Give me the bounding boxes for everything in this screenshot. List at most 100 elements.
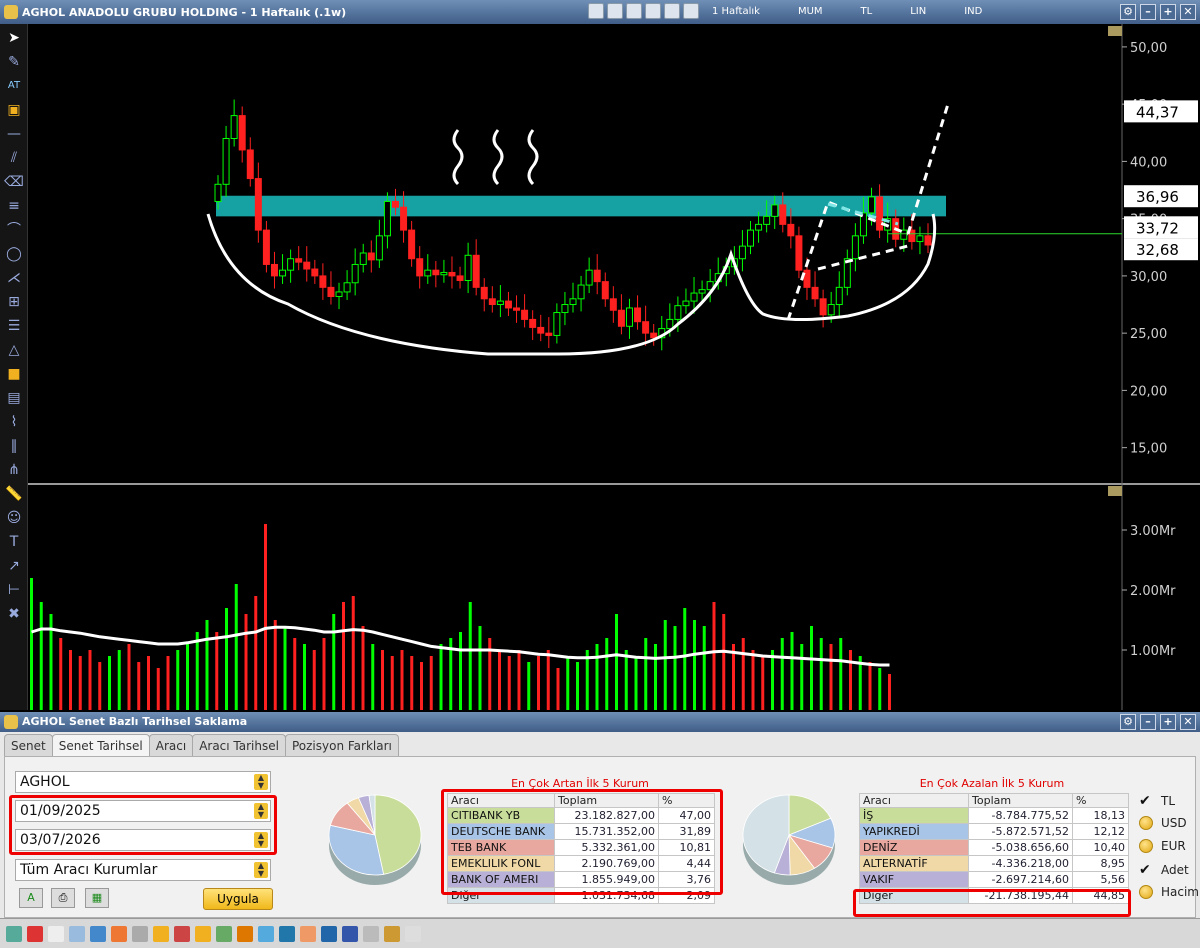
search-icon[interactable] bbox=[132, 925, 148, 942]
chart-area[interactable]: 50,0045,0040,0035,0030,0025,0020,0015,00… bbox=[28, 24, 1200, 710]
list-icon[interactable] bbox=[216, 925, 232, 942]
table-header-cell[interactable]: % bbox=[1072, 793, 1129, 808]
option-tl[interactable]: ✔ TL bbox=[1139, 793, 1175, 809]
text-icon[interactable]: T bbox=[4, 532, 24, 552]
settings-icon[interactable]: ⚙ bbox=[1120, 4, 1136, 20]
symbol-select[interactable]: AGHOL ▲ ▼ bbox=[15, 771, 271, 793]
table-header-cell[interactable]: Toplam bbox=[968, 793, 1073, 808]
currency-selector[interactable]: TL bbox=[861, 6, 873, 17]
document-icon[interactable] bbox=[48, 925, 64, 942]
news-icon[interactable] bbox=[111, 925, 127, 942]
maximize-button[interactable]: + bbox=[1160, 714, 1176, 730]
chart-type-icon[interactable] bbox=[588, 3, 604, 19]
option-eur[interactable]: EUR bbox=[1139, 839, 1186, 853]
close-button[interactable]: ✕ bbox=[1180, 4, 1196, 20]
settings-icon[interactable] bbox=[237, 925, 253, 942]
tab-araci[interactable]: Aracı bbox=[148, 734, 194, 756]
apply-button[interactable]: Uygula bbox=[203, 888, 273, 910]
table-header-cell[interactable]: Aracı bbox=[859, 793, 969, 808]
table-icon[interactable] bbox=[90, 925, 106, 942]
folder-icon[interactable] bbox=[153, 925, 169, 942]
print-icon[interactable] bbox=[664, 3, 680, 19]
app-menu-icon[interactable] bbox=[6, 925, 22, 942]
table-row[interactable]: ALTERNATİF -4.336.218,00 8,95 bbox=[859, 855, 1129, 872]
grid-icon[interactable] bbox=[645, 3, 661, 19]
smiley-icon[interactable]: ☺ bbox=[4, 508, 24, 528]
volume-bar bbox=[683, 608, 687, 710]
scale-selector[interactable]: LIN bbox=[910, 6, 926, 17]
table-row[interactable]: DENİZ -5.038.656,60 10,40 bbox=[859, 839, 1129, 856]
volume-bar bbox=[108, 656, 111, 710]
maximize-button[interactable]: + bbox=[1160, 4, 1176, 20]
tab-senet[interactable]: Senet bbox=[4, 734, 53, 756]
pen-icon[interactable] bbox=[683, 3, 699, 19]
option-label: Hacim bbox=[1161, 885, 1199, 899]
cloud-icon[interactable] bbox=[279, 925, 295, 942]
candle-body bbox=[246, 149, 254, 180]
message-icon[interactable] bbox=[258, 925, 274, 942]
eraser-icon[interactable]: ⌫ bbox=[4, 172, 24, 192]
drawing-icon[interactable] bbox=[607, 3, 623, 19]
tab-pozisyon-farklari[interactable]: Pozisyon Farkları bbox=[284, 734, 399, 756]
chart-window-icon[interactable] bbox=[69, 925, 85, 942]
font-icon[interactable]: A bbox=[19, 888, 43, 908]
volume-bar bbox=[69, 650, 72, 710]
gann-icon[interactable]: ⊞ bbox=[4, 292, 24, 312]
pitchfork-icon[interactable]: ⋔ bbox=[4, 460, 24, 480]
trash-icon[interactable]: ✖ bbox=[4, 604, 24, 624]
m-icon[interactable] bbox=[27, 925, 43, 942]
channel-icon[interactable]: ⫽ bbox=[4, 148, 24, 168]
line-icon[interactable]: — bbox=[4, 124, 24, 144]
level2-icon[interactable] bbox=[342, 925, 358, 942]
zigzag-icon[interactable]: ⌇ bbox=[4, 412, 24, 432]
mode-selector[interactable]: IND bbox=[964, 6, 982, 17]
measure-icon[interactable]: ⊢ bbox=[4, 580, 24, 600]
end-date-select[interactable]: 03/07/2026 ▲ ▼ bbox=[15, 829, 271, 851]
triangle-icon[interactable]: △ bbox=[4, 340, 24, 360]
print-icon[interactable]: ⎙ bbox=[51, 888, 75, 908]
minimize-button[interactable]: – bbox=[1140, 714, 1156, 730]
table-row[interactable]: YAPIKREDİ -5.872.571,52 12,12 bbox=[859, 823, 1129, 840]
calendar-icon[interactable] bbox=[363, 925, 379, 942]
tab-panel: AGHOL ▲ ▼ 01/09/2025 ▲ ▼ 03/07/2026 ▲ ▼ Tüm… bbox=[4, 756, 1199, 918]
option-adet[interactable]: ✔ Adet bbox=[1139, 862, 1189, 878]
price-volume-chart[interactable]: 50,0045,0040,0035,0030,0025,0020,0015,00… bbox=[28, 24, 1200, 710]
historical-custody-window: AGHOL Senet Bazlı Tarihsel Saklama ⚙ – +… bbox=[0, 712, 1200, 948]
grid-lines-icon[interactable]: ▤ bbox=[4, 388, 24, 408]
excel-icon[interactable]: ▦ bbox=[85, 888, 109, 908]
database-icon[interactable] bbox=[321, 925, 337, 942]
retracement-icon[interactable]: ☰ bbox=[4, 316, 24, 336]
option-usd[interactable]: USD bbox=[1139, 816, 1187, 830]
period-selector[interactable]: 1 Haftalık bbox=[712, 6, 760, 17]
horizontal-line-icon[interactable]: ≡ bbox=[4, 196, 24, 216]
ruler-icon[interactable]: 📏 bbox=[4, 484, 24, 504]
table-row[interactable]: VAKIF -2.697.214,60 5,56 bbox=[859, 871, 1129, 888]
bank-icon[interactable] bbox=[384, 925, 400, 942]
fan-icon[interactable]: ⋌ bbox=[4, 268, 24, 288]
window-icon[interactable] bbox=[405, 925, 421, 942]
option-hacim[interactable]: Hacim bbox=[1139, 885, 1199, 899]
pencil-icon[interactable]: ✎ bbox=[4, 52, 24, 72]
rectangle-icon[interactable]: ■ bbox=[4, 364, 24, 384]
volume-bar bbox=[839, 638, 843, 710]
start-date-select[interactable]: 01/09/2025 ▲ ▼ bbox=[15, 800, 271, 822]
close-button[interactable]: ✕ bbox=[1180, 714, 1196, 730]
note-icon[interactable] bbox=[300, 925, 316, 942]
indicator-icon[interactable] bbox=[626, 3, 642, 19]
arrow-icon[interactable]: ↗ bbox=[4, 556, 24, 576]
arc-icon[interactable]: ⌒ bbox=[4, 220, 24, 240]
alarm-icon[interactable] bbox=[174, 925, 190, 942]
play-icon[interactable] bbox=[195, 925, 211, 942]
chart-style-selector[interactable]: MUM bbox=[798, 6, 823, 17]
tab-araci-tarihsel[interactable]: Aracı Tarihsel bbox=[192, 734, 286, 756]
circle-icon[interactable]: ◯ bbox=[4, 244, 24, 264]
minimize-button[interactable]: – bbox=[1140, 4, 1156, 20]
fibonacci-icon[interactable]: ▣ bbox=[4, 100, 24, 120]
parallel-icon[interactable]: ∥ bbox=[4, 436, 24, 456]
auto-trend-icon[interactable]: AT bbox=[4, 76, 24, 96]
settings-icon[interactable]: ⚙ bbox=[1120, 714, 1136, 730]
broker-filter-select[interactable]: Tüm Aracı Kurumlar ▲ ▼ bbox=[15, 859, 271, 881]
table-row[interactable]: İŞ -8.784.775,52 18,13 bbox=[859, 807, 1129, 824]
tab-senet-tarihsel[interactable]: Senet Tarihsel bbox=[51, 734, 150, 758]
pointer-icon[interactable]: ➤ bbox=[4, 28, 24, 48]
